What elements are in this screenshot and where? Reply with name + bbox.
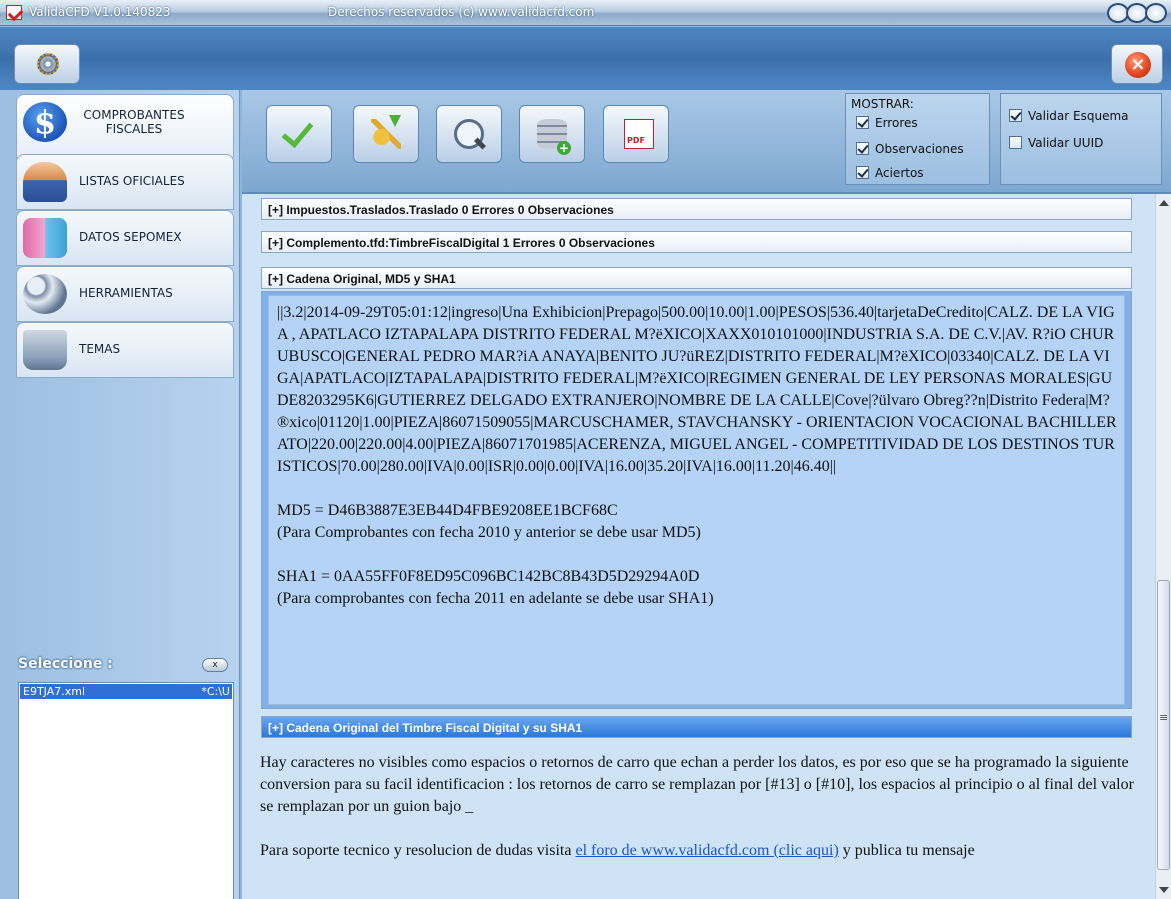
checkbox-box[interactable]: [1009, 109, 1022, 122]
pdf-label: PDF: [627, 136, 645, 145]
clear-selection-button[interactable]: x: [202, 658, 228, 672]
md5-value: MD5 = D46B3887E3EB44D4FBE9208EE1BCF68C: [277, 502, 618, 519]
sha1-note: (Para comprobantes con fecha 2011 en ade…: [277, 590, 714, 607]
checkmark-icon: [284, 119, 314, 149]
sidebar-item-label: COMPROBANTES FISCALES: [83, 108, 185, 136]
section-timbre[interactable]: [+] Complemento.tfd:TimbreFiscalDigital …: [261, 231, 1132, 253]
md5-note: (Para Comprobantes con fecha 2010 y ante…: [277, 524, 701, 541]
errores-checkbox[interactable]: Errores: [856, 116, 918, 130]
checkbox-label: Validar Esquema: [1028, 109, 1129, 123]
support-suffix: y publica tu mensaje: [838, 842, 975, 859]
sidebar: $ COMPROBANTES FISCALES LISTAS OFICIALES…: [0, 90, 240, 899]
checkbox-label: Validar UUID: [1028, 136, 1104, 150]
checkbox-box[interactable]: [856, 142, 869, 155]
cadena-original-text: ||3.2|2014-09-29T05:01:12|ingreso|Una Ex…: [277, 304, 1117, 475]
sidebar-item-label: TEMAS: [79, 342, 121, 356]
vertical-scrollbar[interactable]: [1155, 194, 1171, 899]
search-button[interactable]: [436, 105, 502, 163]
conversion-note: Hay caracteres no visibles como espacios…: [260, 754, 1134, 815]
pdf-icon: PDF: [624, 119, 654, 149]
sidebar-item-sepomex[interactable]: DATOS SEPOMEX: [16, 210, 234, 266]
mail-icon: [23, 218, 67, 258]
top-toolbar: ×: [0, 27, 1171, 90]
scroll-down-icon[interactable]: [1159, 887, 1169, 893]
checkbox-label: Aciertos: [875, 166, 924, 180]
person-icon: [23, 162, 67, 202]
aciertos-checkbox[interactable]: Aciertos: [856, 166, 924, 180]
section-impuestos[interactable]: [+] Impuestos.Traslados.Traslado 0 Error…: [261, 198, 1132, 220]
sidebar-item-comprobantes[interactable]: $ COMPROBANTES FISCALES: [16, 94, 234, 158]
title-bar: ValidaCFD V1.0.140823 Derechos reservado…: [0, 0, 1171, 26]
sidebar-item-label: DATOS SEPOMEX: [79, 230, 182, 244]
sidebar-item-label: HERRAMIENTAS: [79, 286, 173, 300]
monitor-icon: [23, 330, 67, 370]
window-title: ValidaCFD V1.0.140823: [29, 5, 171, 19]
seleccione-label: Seleccione :: [18, 656, 113, 672]
database-add-icon: [537, 119, 571, 155]
magnifier-icon: [454, 119, 484, 149]
forum-link[interactable]: el foro de www.validacfd.com (clic aqui): [575, 842, 838, 859]
window-close-button[interactable]: [1145, 3, 1167, 23]
checkbox-box[interactable]: [856, 166, 869, 179]
close-app-button[interactable]: ×: [1111, 44, 1163, 84]
checkbox-label: Errores: [875, 116, 918, 130]
close-icon: ×: [1125, 52, 1151, 78]
pdf-button[interactable]: PDF: [603, 105, 669, 163]
gear-icon: [37, 53, 59, 75]
app-icon: [6, 5, 22, 20]
info-text: Hay caracteres no visibles como espacios…: [260, 752, 1140, 862]
scroll-thumb[interactable]: [1157, 580, 1170, 870]
observaciones-checkbox[interactable]: Observaciones: [856, 142, 964, 156]
support-line: Para soporte tecnico y resolucion de dud…: [260, 840, 1140, 862]
cadena-panel: ||3.2|2014-09-29T05:01:12|ingreso|Una Ex…: [261, 291, 1132, 709]
checkbox-label: Observaciones: [875, 142, 964, 156]
sidebar-item-label: LISTAS OFICIALES: [79, 174, 185, 188]
file-name: E9TJA7.xml: [23, 685, 86, 698]
sidebar-item-herramientas[interactable]: HERRAMIENTAS: [16, 266, 234, 322]
action-bar: PDF MOSTRAR: Errores Observaciones Acier…: [242, 90, 1171, 194]
validar-esquema-checkbox[interactable]: Validar Esquema: [1009, 109, 1129, 123]
checkbox-box[interactable]: [1009, 136, 1022, 149]
checkbox-box[interactable]: [856, 116, 869, 129]
support-prefix: Para soporte tecnico y resolucion de dud…: [260, 842, 576, 859]
tools-icon: [23, 274, 67, 314]
dollar-icon: $: [23, 102, 67, 142]
validar-uuid-checkbox[interactable]: Validar UUID: [1009, 136, 1103, 150]
window-subtitle: Derechos reservados (c) www.validacfd.co…: [328, 5, 595, 19]
mostrar-group: MOSTRAR: Errores Observaciones Aciertos: [845, 93, 990, 185]
validar-group: Validar Esquema Validar UUID: [1000, 93, 1162, 185]
main-panel: PDF MOSTRAR: Errores Observaciones Acier…: [242, 90, 1171, 899]
key-button[interactable]: [353, 105, 419, 163]
section-cadena-original[interactable]: [+] Cadena Original, MD5 y SHA1: [261, 267, 1132, 289]
sidebar-item-listas[interactable]: LISTAS OFICIALES: [16, 154, 234, 210]
database-add-button[interactable]: [519, 105, 585, 163]
cadena-text-area[interactable]: ||3.2|2014-09-29T05:01:12|ingreso|Una Ex…: [268, 295, 1125, 705]
scroll-up-icon[interactable]: [1159, 200, 1169, 206]
validate-button[interactable]: [266, 105, 332, 163]
file-list-item[interactable]: E9TJA7.xml *C:\U: [20, 684, 232, 699]
settings-button[interactable]: [14, 44, 80, 84]
file-path: *C:\U: [201, 685, 230, 698]
file-list[interactable]: E9TJA7.xml *C:\U: [18, 682, 234, 899]
sidebar-item-temas[interactable]: TEMAS: [16, 322, 234, 378]
key-icon: [371, 119, 401, 149]
window-controls: [1107, 3, 1167, 23]
sha1-value: SHA1 = 0AA55FF0F8ED95C096BC142BC8B43D5D2…: [277, 568, 700, 585]
section-cadena-timbre[interactable]: [+] Cadena Original del Timbre Fiscal Di…: [261, 716, 1132, 738]
results-content: [+] Impuestos.Traslados.Traslado 0 Error…: [242, 194, 1155, 899]
mostrar-title: MOSTRAR:: [851, 97, 914, 111]
